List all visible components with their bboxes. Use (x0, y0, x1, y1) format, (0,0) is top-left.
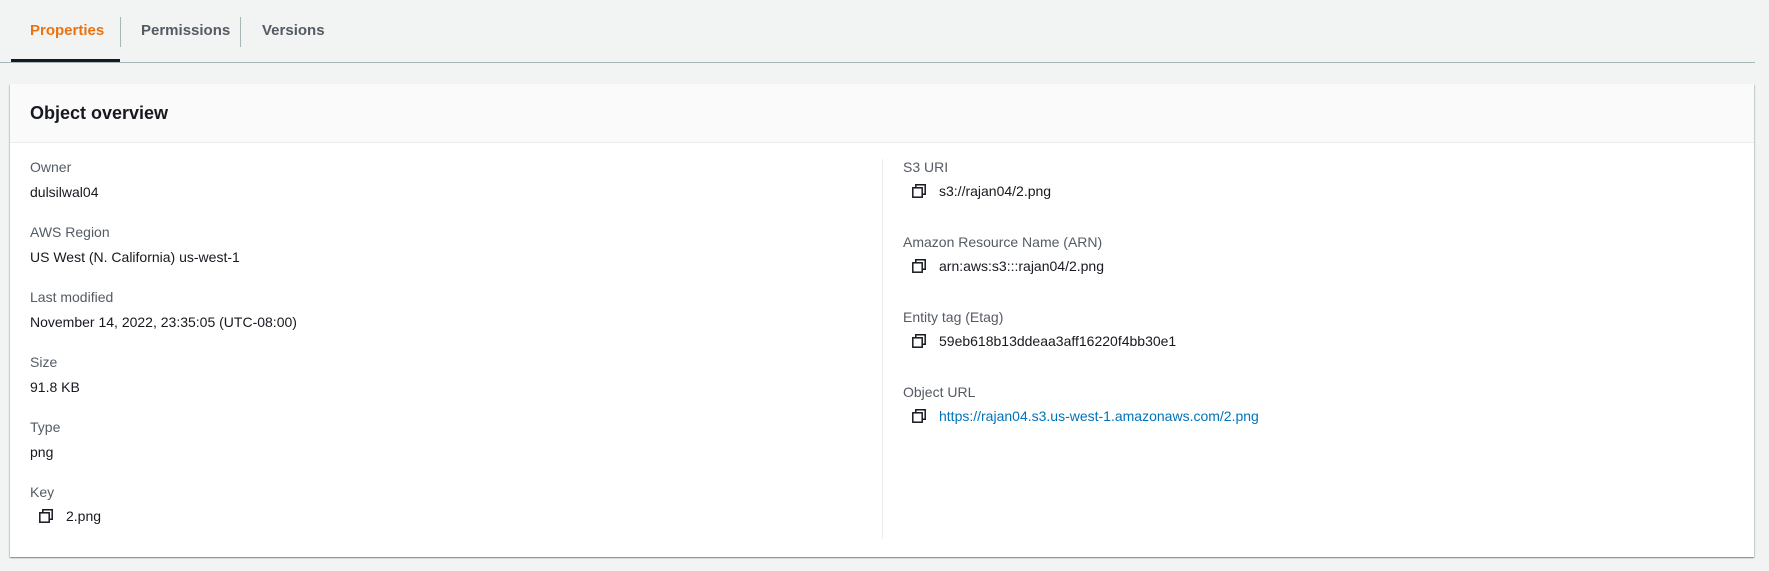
s3-uri-label: S3 URI (903, 159, 949, 175)
tab-divider (240, 17, 241, 47)
object-overview-panel: Object overview Owner dulsilwal04 AWS Re… (10, 84, 1754, 557)
key-label: Key (30, 484, 55, 500)
etag-label: Entity tag (Etag) (903, 309, 1004, 325)
s3-uri-value: s3://rajan04/2.png (939, 183, 1052, 199)
copy-icon[interactable] (911, 408, 927, 424)
tab-permissions[interactable]: Permissions (141, 0, 230, 61)
tab-versions[interactable]: Versions (262, 0, 325, 61)
object-url-row: https://rajan04.s3.us-west-1.amazonaws.c… (911, 408, 1259, 424)
owner-label: Owner (30, 159, 72, 175)
owner-value: dulsilwal04 (30, 184, 99, 200)
copy-icon[interactable] (38, 508, 54, 524)
etag-value: 59eb618b13ddeaa3aff16220f4bb30e1 (939, 333, 1177, 349)
object-url-link[interactable]: https://rajan04.s3.us-west-1.amazonaws.c… (939, 408, 1259, 424)
key-value: 2.png (66, 508, 102, 524)
last-modified-value: November 14, 2022, 23:35:05 (UTC-08:00) (30, 314, 297, 330)
type-value: png (30, 444, 54, 460)
arn-label: Amazon Resource Name (ARN) (903, 234, 1103, 250)
copy-icon[interactable] (911, 258, 927, 274)
s3-uri-row: s3://rajan04/2.png (911, 183, 1051, 199)
copy-icon[interactable] (911, 183, 927, 199)
region-label: AWS Region (30, 224, 110, 240)
tab-properties[interactable]: Properties (30, 0, 104, 61)
arn-value: arn:aws:s3:::rajan04/2.png (939, 258, 1104, 274)
active-tab-indicator (11, 59, 120, 62)
copy-icon[interactable] (911, 333, 927, 349)
panel-title: Object overview (30, 103, 169, 123)
region-value: US West (N. California) us-west-1 (30, 249, 240, 265)
size-label: Size (30, 354, 58, 370)
column-divider (882, 159, 883, 539)
tab-properties-label: Properties (30, 22, 105, 39)
key-row: 2.png (38, 508, 101, 524)
tab-divider (120, 17, 121, 47)
tab-permissions-label: Permissions (141, 22, 231, 39)
last-modified-label: Last modified (30, 289, 114, 305)
object-url-label: Object URL (903, 384, 976, 400)
arn-row: arn:aws:s3:::rajan04/2.png (911, 258, 1104, 274)
panel-header: Object overview (10, 84, 1754, 143)
size-value: 91.8 KB (30, 379, 80, 395)
tab-versions-label: Versions (262, 22, 325, 39)
tab-bar: Properties Permissions Versions (0, 0, 1755, 63)
type-label: Type (30, 419, 61, 435)
etag-row: 59eb618b13ddeaa3aff16220f4bb30e1 (911, 333, 1176, 349)
